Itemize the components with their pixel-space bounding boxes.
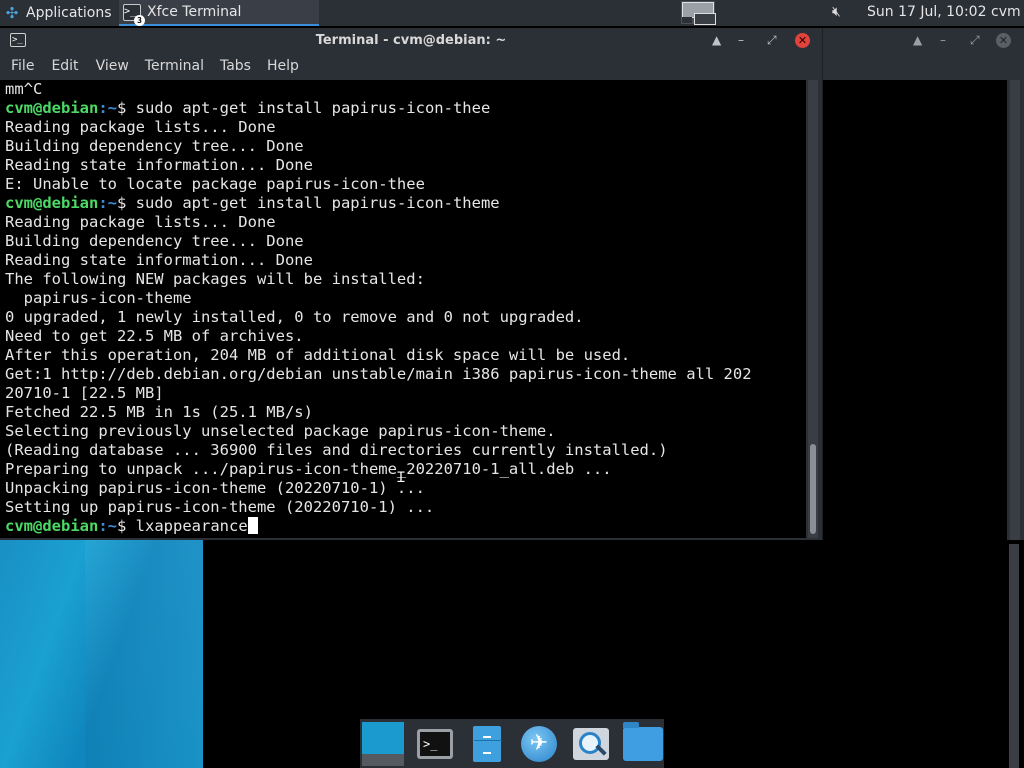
output-line: After this operation, 204 MB of addition…	[5, 346, 631, 364]
menu-file[interactable]: File	[11, 54, 34, 80]
output-line: Building dependency tree... Done	[5, 137, 304, 155]
close-icon[interactable]: ✕	[795, 33, 810, 48]
applications-menu[interactable]: ✣ Applications	[4, 3, 112, 23]
dock: >_ ✈	[360, 719, 664, 768]
top-panel: ✣ Applications >_ 3 Xfce Terminal 🔇︎ Sun …	[0, 0, 1024, 26]
output-line: 20710-1 [22.5 MB]	[5, 384, 164, 402]
user-menu[interactable]: cvm	[991, 4, 1021, 20]
output-line: Reading package lists... Done	[5, 118, 276, 136]
output-line: Fetched 22.5 MB in 1s (25.1 MB/s)	[5, 403, 313, 421]
terminal-icon: >_ 3	[123, 3, 145, 26]
prompt-symbol: $	[117, 517, 127, 535]
scrollbar-thumb[interactable]	[810, 444, 816, 534]
block-cursor	[247, 517, 258, 534]
desktop-wallpaper	[0, 540, 203, 768]
output-line: Reading state information... Done	[5, 156, 313, 174]
menu-help[interactable]: Help	[267, 54, 299, 80]
command-text: sudo apt-get install papirus-icon-theme	[126, 194, 500, 212]
minimize-icon[interactable]: –	[738, 33, 744, 47]
close-icon[interactable]: ✕	[996, 33, 1011, 48]
background-terminal-area[interactable]	[822, 80, 1007, 565]
prompt-path: :~	[98, 517, 117, 535]
window-titlebar[interactable]: >_ Terminal - cvm@debian: ~ ▲ – ⤢ ✕	[0, 28, 822, 54]
output-line: 0 upgraded, 1 newly installed, 0 to remo…	[5, 308, 584, 326]
minimize-icon[interactable]: –	[940, 33, 946, 47]
prompt-path: :~	[98, 99, 117, 117]
output-line: mm^C	[5, 80, 43, 98]
output-line: The following NEW packages will be insta…	[5, 270, 425, 288]
app-finder-icon[interactable]	[570, 722, 612, 766]
shade-icon[interactable]: ▲	[712, 33, 721, 47]
menu-tabs[interactable]: Tabs	[220, 54, 251, 80]
terminal-window[interactable]: >_ Terminal - cvm@debian: ~ ▲ – ⤢ ✕ File…	[0, 28, 823, 540]
window-title: Terminal - cvm@debian: ~	[315, 33, 507, 48]
lower-scrollbar[interactable]	[1009, 544, 1019, 768]
xfce-logo-icon: ✣	[5, 4, 19, 22]
output-line: Reading package lists... Done	[5, 213, 276, 231]
output-line: E: Unable to locate package papirus-icon…	[5, 175, 425, 193]
output-line: Reading state information... Done	[5, 251, 313, 269]
volume-muted-icon[interactable]: 🔇︎	[832, 4, 841, 20]
workspace-window-thumb	[694, 13, 716, 25]
maximize-icon[interactable]: ⤢	[767, 33, 777, 48]
window-count-badge: 3	[134, 14, 145, 26]
current-command-line[interactable]: cvm@debian:~$ lxappearance	[5, 517, 806, 536]
workspace-switcher[interactable]	[681, 1, 716, 25]
prompt-symbol: $	[117, 99, 127, 117]
file-cabinet-icon[interactable]	[466, 722, 508, 766]
shade-icon[interactable]: ▲	[913, 33, 922, 47]
clock[interactable]: Sun 17 Jul, 10:02	[867, 4, 987, 20]
workspace-empty-thumb	[682, 17, 692, 23]
command-text: sudo apt-get install papirus-icon-thee	[126, 99, 491, 117]
web-browser-icon[interactable]: ✈	[518, 722, 560, 766]
output-line: Get:1 http://deb.debian.org/debian unsta…	[5, 365, 752, 383]
prompt-user: cvm@debian	[5, 517, 99, 535]
menu-view[interactable]: View	[96, 54, 129, 80]
taskbar-terminal-label: Xfce Terminal	[147, 4, 242, 20]
show-desktop-icon[interactable]	[362, 721, 404, 766]
prompt-user: cvm@debian	[5, 194, 99, 212]
menu-edit[interactable]: Edit	[51, 54, 78, 80]
prompt-symbol: $	[117, 194, 127, 212]
background-terminal-window[interactable]: ▲ – ⤢ ✕	[822, 28, 1024, 565]
output-line: papirus-icon-theme	[5, 289, 192, 307]
output-line: Setting up papirus-icon-theme (20220710-…	[5, 498, 435, 516]
output-line: Selecting previously unselected package …	[5, 422, 556, 440]
taskbar-terminal-button[interactable]: >_ 3 Xfce Terminal	[119, 0, 319, 26]
folder-icon[interactable]	[622, 721, 664, 766]
background-window-titlebar[interactable]: ▲ – ⤢ ✕	[822, 28, 1024, 55]
maximize-icon[interactable]: ⤢	[970, 33, 980, 48]
output-line: Building dependency tree... Done	[5, 232, 304, 250]
command-line: cvm@debian:~$ sudo apt-get install papir…	[5, 194, 806, 213]
output-line: Need to get 22.5 MB of archives.	[5, 327, 304, 345]
prompt-user: cvm@debian	[5, 99, 99, 117]
prompt-path: :~	[98, 194, 117, 212]
applications-menu-label: Applications	[26, 5, 112, 21]
menu-terminal[interactable]: Terminal	[145, 54, 204, 80]
text-cursor-ibeam-icon: Ｉ	[394, 470, 408, 486]
command-line: cvm@debian:~$ sudo apt-get install papir…	[5, 99, 806, 118]
terminal-icon[interactable]: >_	[414, 721, 456, 766]
output-line: (Reading database ... 36900 files and di…	[5, 441, 668, 459]
background-scrollbar[interactable]	[1010, 80, 1020, 565]
menu-bar: File Edit View Terminal Tabs Help	[0, 54, 822, 80]
current-command-text: lxappearance	[126, 517, 248, 535]
